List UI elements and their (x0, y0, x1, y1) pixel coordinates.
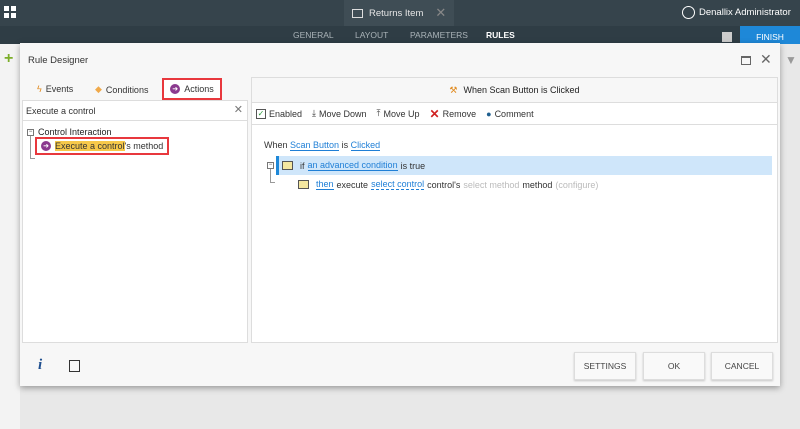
text: When (264, 140, 288, 150)
remove-button[interactable]: ✕ Remove (430, 107, 477, 121)
arrow-circle-icon: ➜ (170, 84, 181, 94)
settings-button[interactable]: SETTINGS (574, 352, 636, 380)
close-dialog-icon[interactable]: ✕ (760, 51, 772, 68)
user-avatar-icon (682, 6, 695, 19)
tab-label: Events (45, 84, 74, 94)
info-icon[interactable]: i (38, 357, 42, 374)
cancel-button[interactable]: CANCEL (711, 352, 773, 380)
label: Enabled (269, 108, 303, 119)
tab-conditions[interactable]: ◆ Conditions (95, 84, 148, 95)
ok-button[interactable]: OK (643, 352, 705, 380)
enabled-checkbox[interactable]: ✓ Enabled (256, 108, 303, 119)
rule-title: When Scan Button is Clicked (463, 85, 580, 95)
user-name: Denallix Administrator (699, 7, 791, 18)
tree-group[interactable]: − Control Interaction (27, 127, 112, 137)
checkbox-icon: ✓ (256, 108, 266, 119)
search-match: Execute a control (55, 141, 125, 151)
comment-icon: ● (486, 108, 492, 119)
filter-icon[interactable]: ▼ (785, 53, 797, 67)
select-control-link[interactable]: select control (371, 179, 425, 190)
add-icon[interactable]: + (4, 50, 13, 68)
move-down-button[interactable]: ⤓ Move Down (312, 108, 367, 119)
app-menu-icon[interactable] (4, 6, 18, 20)
search-input[interactable]: Execute a control (26, 106, 96, 116)
tab-label: Actions (184, 84, 214, 94)
save-icon[interactable] (722, 32, 732, 42)
remove-icon: ✕ (429, 106, 440, 121)
label: Remove (442, 108, 477, 119)
lightning-icon: ϟ (37, 84, 42, 94)
tree-group-label: Control Interaction (38, 127, 112, 137)
collapse-icon[interactable]: − (27, 128, 34, 136)
label: Comment (494, 108, 534, 119)
label: Move Up (383, 108, 420, 119)
tree-item-execute-control-method[interactable]: ➜ Execute a control's method (35, 137, 170, 155)
background-sidebar (0, 44, 20, 429)
move-up-button[interactable]: ⤒ Move Up (377, 108, 420, 119)
text: if (300, 160, 305, 171)
text: is (341, 140, 349, 150)
rule-header: ⚒ When Scan Button is Clicked (252, 78, 777, 103)
user-menu[interactable]: Denallix Administrator (682, 6, 791, 19)
configure-link[interactable]: (configure) (555, 180, 598, 190)
search-box[interactable]: Execute a control ✕ (23, 101, 247, 121)
close-tab-icon[interactable]: ✕ (435, 5, 446, 21)
nav-parameters[interactable]: PARAMETERS (410, 30, 468, 40)
dialog-title: Rule Designer (28, 55, 89, 66)
comment-button[interactable]: ● Comment (486, 109, 533, 119)
form-icon (352, 8, 363, 18)
nav-bar (0, 26, 800, 44)
text: execute (336, 179, 369, 190)
rule-item-icon (298, 180, 309, 189)
label: Move Down (319, 108, 367, 119)
then-link[interactable]: then (316, 179, 334, 190)
arrow-circle-icon: ➜ (41, 141, 51, 151)
text: control's (427, 179, 461, 190)
toolbar: ✓ Enabled ⤓ Move Down ⤒ Move Up ✕ Remove ● Co… (252, 103, 777, 125)
diamond-icon: ◆ (95, 84, 102, 94)
rule-item-icon (282, 161, 293, 170)
nav-rules[interactable]: RULES (486, 30, 515, 40)
event-link[interactable]: Clicked (350, 140, 381, 151)
tree-line (270, 169, 275, 183)
file-tab-title: Returns Item (369, 7, 424, 19)
condition-row[interactable]: if an advanced condition is true (276, 156, 772, 175)
text: method (522, 179, 553, 190)
tab-actions[interactable]: ➜ Actions (162, 78, 222, 100)
move-down-icon: ⤓ (312, 108, 317, 118)
tree-item-rest: 's method (124, 141, 164, 151)
clear-search-icon[interactable]: ✕ (234, 103, 243, 116)
action-row[interactable]: then execute select control control's se… (298, 179, 598, 190)
panel-toggle-icon[interactable] (69, 360, 80, 372)
condition-link[interactable]: an advanced condition (307, 160, 398, 171)
select-method-link[interactable]: select method (463, 180, 519, 190)
maximize-icon[interactable] (741, 56, 751, 65)
rule-when-line: When Scan Button is Clicked (264, 140, 381, 151)
text: is true (400, 160, 426, 171)
tab-events[interactable]: ϟ Events (37, 84, 73, 94)
gavel-icon: ⚒ (449, 84, 458, 95)
event-control-link[interactable]: Scan Button (290, 140, 340, 151)
move-up-icon: ⤒ (376, 108, 381, 118)
rule-designer-dialog: Rule Designer ✕ ϟ Events ◆ Conditions ➜ Act… (20, 43, 780, 386)
tab-label: Conditions (105, 84, 149, 95)
nav-general[interactable]: GENERAL (293, 30, 334, 40)
actions-panel: Execute a control ✕ − Control Interactio… (22, 100, 248, 343)
finish-button[interactable]: FINISH (740, 26, 800, 44)
file-tab[interactable]: Returns Item ✕ (344, 0, 454, 26)
rule-panel: ⚒ When Scan Button is Clicked ✓ Enabled ⤓… (251, 77, 778, 343)
nav-layout[interactable]: LAYOUT (355, 30, 388, 40)
collapse-condition-icon[interactable]: − (267, 162, 274, 169)
